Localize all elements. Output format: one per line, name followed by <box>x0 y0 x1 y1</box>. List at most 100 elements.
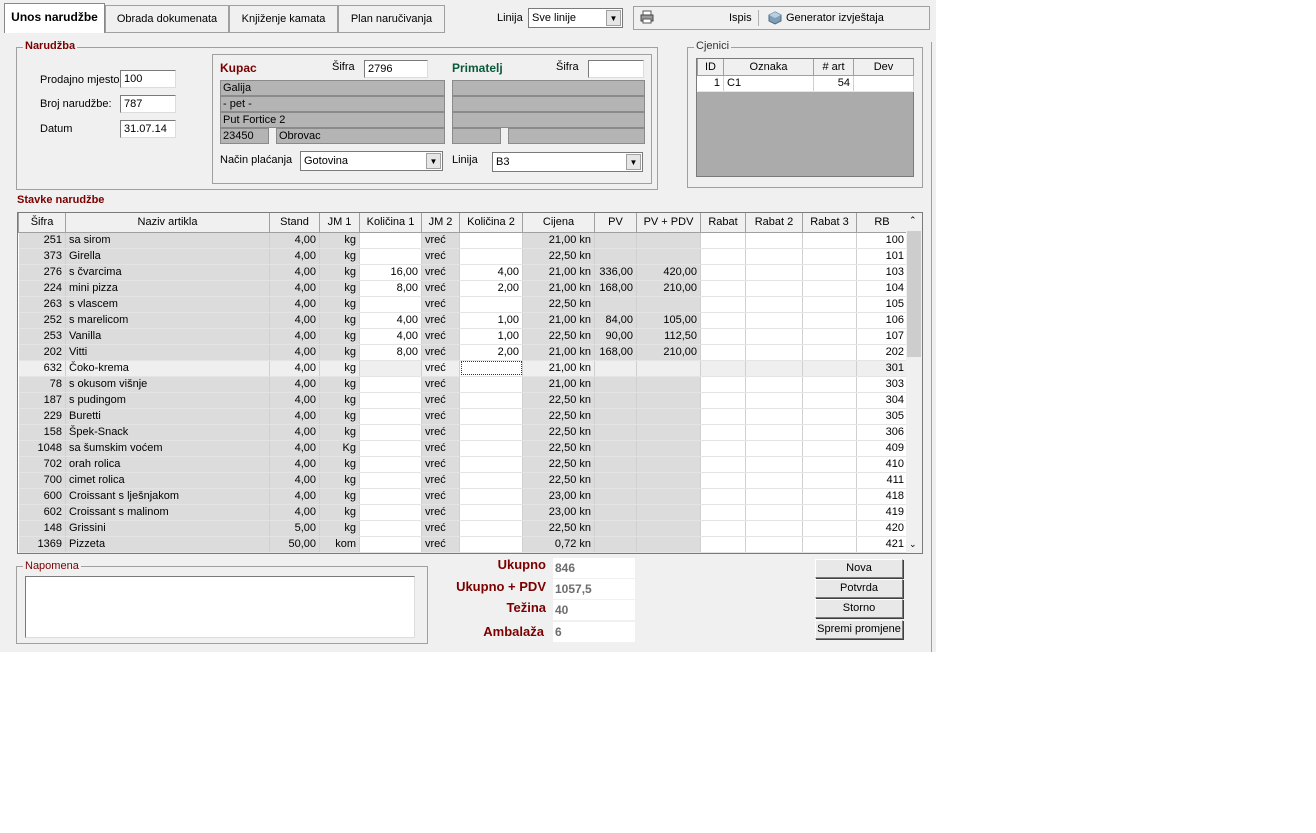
cell-rb[interactable]: 107 <box>856 328 908 345</box>
cell-kolicina1[interactable] <box>359 536 422 553</box>
cell-kolicina1[interactable]: 8,00 <box>359 344 422 361</box>
cell-kolicina2[interactable]: 4,00 <box>459 264 523 281</box>
column-header[interactable]: ID <box>697 59 724 76</box>
cell-kolicina1[interactable] <box>359 456 422 473</box>
broj-narudzbe-field[interactable]: 787 <box>120 95 176 113</box>
cell-kolicina2[interactable] <box>459 296 523 313</box>
cell-rabat2[interactable] <box>745 456 803 473</box>
cell-rabat[interactable] <box>700 232 746 249</box>
cell-rabat2[interactable] <box>745 392 803 409</box>
column-header[interactable]: PV + PDV <box>636 213 701 233</box>
cell-rabat3[interactable] <box>802 280 857 297</box>
storno-button[interactable]: Storno <box>815 599 903 618</box>
cell-rb[interactable]: 100 <box>856 232 908 249</box>
cell-kolicina1[interactable]: 4,00 <box>359 312 422 329</box>
cell-kolicina1[interactable] <box>359 296 422 313</box>
datum-field[interactable]: 31.07.14 <box>120 120 176 138</box>
nova-button[interactable]: Nova <box>815 559 903 578</box>
table-row[interactable]: 229 Buretti 4,00 kg vreć 22,50 kn 305 <box>18 408 908 425</box>
column-header[interactable]: Cijena <box>522 213 595 233</box>
cell-rabat3[interactable] <box>802 392 857 409</box>
column-header[interactable]: # art <box>813 59 854 76</box>
cell-rabat2[interactable] <box>745 472 803 489</box>
table-row[interactable]: 187 s pudingom 4,00 kg vreć 22,50 kn 304 <box>18 392 908 409</box>
column-header[interactable]: Količina 2 <box>459 213 523 233</box>
cell-rabat3[interactable] <box>802 328 857 345</box>
cell-kolicina2[interactable] <box>459 488 523 505</box>
cell-rabat2[interactable] <box>745 488 803 505</box>
cjenici-table[interactable]: ID Oznaka # art Dev 1 C1 54 <box>696 58 914 177</box>
cell-rabat2[interactable] <box>745 440 803 457</box>
cell-rabat3[interactable] <box>802 520 857 537</box>
cell-kolicina2[interactable] <box>459 376 523 393</box>
table-row[interactable]: 224 mini pizza 4,00 kg 8,00 vreć 2,00 21,00 kn 1… <box>18 280 908 297</box>
cell-rabat2[interactable] <box>745 504 803 521</box>
cell-rabat3[interactable] <box>802 232 857 249</box>
cell-rb[interactable]: 419 <box>856 504 908 521</box>
column-header[interactable]: JM 1 <box>319 213 360 233</box>
primatelj-linija-select[interactable]: B3 ▼ <box>492 152 643 172</box>
cell-rabat[interactable] <box>700 264 746 281</box>
cell-rabat[interactable] <box>700 296 746 313</box>
cell-kolicina2[interactable] <box>459 248 523 265</box>
table-row[interactable]: 276 s čvarcima 4,00 kg 16,00 vreć 4,00 21,00 kn… <box>18 264 908 281</box>
cell-rabat3[interactable] <box>802 456 857 473</box>
table-row[interactable]: 158 Špek-Snack 4,00 kg vreć 22,50 kn 306 <box>18 424 908 441</box>
cell-rabat[interactable] <box>700 536 746 553</box>
table-row[interactable]: 253 Vanilla 4,00 kg 4,00 vreć 1,00 22,50 kn 90,0… <box>18 328 908 345</box>
column-header[interactable]: Stand <box>269 213 320 233</box>
cell-kolicina2[interactable]: 1,00 <box>459 312 523 329</box>
table-row[interactable]: 702 orah rolica 4,00 kg vreć 22,50 kn 410 <box>18 456 908 473</box>
prodajno-mjesto-field[interactable]: 100 <box>120 70 176 88</box>
cell-rabat[interactable] <box>700 376 746 393</box>
cell-kolicina1[interactable] <box>359 504 422 521</box>
cell-rb[interactable]: 421 <box>856 536 908 553</box>
cell-rb[interactable]: 304 <box>856 392 908 409</box>
primatelj-sifra-field[interactable] <box>588 60 644 78</box>
cell-rabat2[interactable] <box>745 424 803 441</box>
cell-kolicina1[interactable] <box>359 360 422 377</box>
cell-rabat2[interactable] <box>745 232 803 249</box>
cell-rabat[interactable] <box>700 328 746 345</box>
cell-rabat3[interactable] <box>802 264 857 281</box>
cell-rabat3[interactable] <box>802 360 857 377</box>
cell-kolicina2[interactable]: 1,00 <box>459 328 523 345</box>
table-row[interactable]: 373 Girella 4,00 kg vreć 22,50 kn 101 <box>18 248 908 265</box>
cell-rabat[interactable] <box>700 472 746 489</box>
cell-kolicina1[interactable] <box>359 424 422 441</box>
cell-rabat3[interactable] <box>802 536 857 553</box>
table-row[interactable]: 202 Vitti 4,00 kg 8,00 vreć 2,00 21,00 kn 168,00… <box>18 344 908 361</box>
cell-kolicina1[interactable] <box>359 392 422 409</box>
cell-kolicina2[interactable] <box>459 408 523 425</box>
table-row[interactable]: 700 cimet rolica 4,00 kg vreć 22,50 kn 411 <box>18 472 908 489</box>
cell-rb[interactable]: 305 <box>856 408 908 425</box>
cell-rabat[interactable] <box>700 504 746 521</box>
cell-rabat2[interactable] <box>745 408 803 425</box>
column-header[interactable]: Količina 1 <box>359 213 422 233</box>
cell-rabat[interactable] <box>700 488 746 505</box>
cell-rb[interactable]: 103 <box>856 264 908 281</box>
cell-rabat3[interactable] <box>802 424 857 441</box>
linija-filter-select[interactable]: Sve linije ▼ <box>528 8 623 28</box>
cell-rabat[interactable] <box>700 280 746 297</box>
table-row[interactable]: 632 Čoko-krema 4,00 kg vreć 21,00 kn 301 <box>18 360 908 377</box>
column-header[interactable]: JM 2 <box>421 213 460 233</box>
cell-kolicina2[interactable] <box>459 232 523 249</box>
cell-rb[interactable]: 306 <box>856 424 908 441</box>
cell-kolicina2[interactable]: 2,00 <box>459 344 523 361</box>
cell-kolicina1[interactable] <box>359 488 422 505</box>
cell-rabat[interactable] <box>700 424 746 441</box>
cell-rabat2[interactable] <box>745 360 803 377</box>
cell-kolicina1[interactable] <box>359 408 422 425</box>
cell-kolicina1[interactable]: 4,00 <box>359 328 422 345</box>
table-row[interactable]: 148 Grissini 5,00 kg vreć 22,50 kn 420 <box>18 520 908 537</box>
cell-rabat3[interactable] <box>802 408 857 425</box>
cell-rb[interactable]: 301 <box>856 360 908 377</box>
cell-kolicina1[interactable] <box>359 472 422 489</box>
cell-kolicina1[interactable]: 16,00 <box>359 264 422 281</box>
cell-rb[interactable]: 303 <box>856 376 908 393</box>
chevron-down-icon[interactable]: ⌄ <box>909 539 917 550</box>
cell-rabat2[interactable] <box>745 376 803 393</box>
nacin-placanja-select[interactable]: Gotovina ▼ <box>300 151 443 171</box>
cell-kolicina1[interactable] <box>359 248 422 265</box>
